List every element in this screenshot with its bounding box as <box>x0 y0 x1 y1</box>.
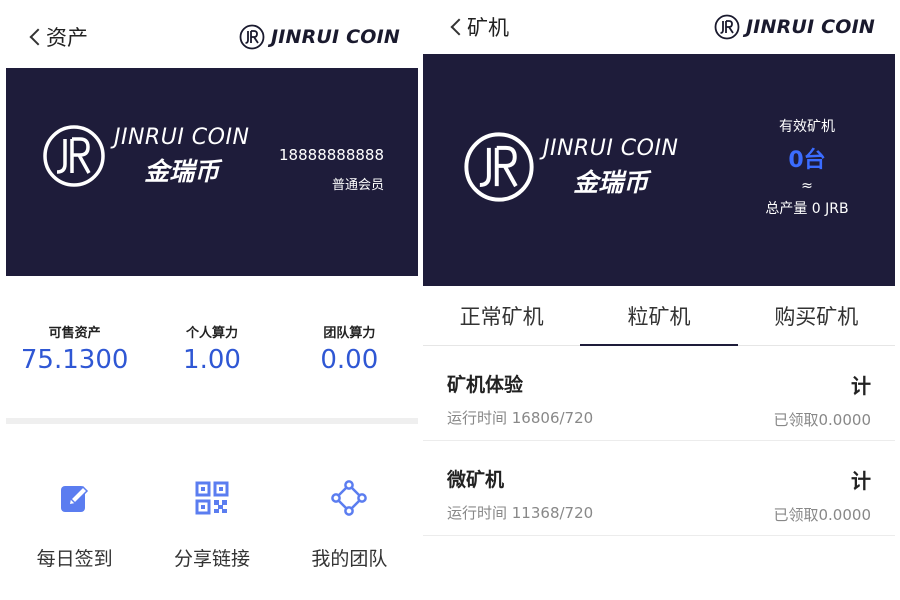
jr-logo-icon <box>239 24 265 50</box>
miner-banner: JINRUI COIN 金瑞币 有效矿机 0台 ≈ 总产量 0 JRB <box>423 54 895 286</box>
page-title: 矿机 <box>467 16 509 40</box>
page-title: 资产 <box>46 26 88 50</box>
item-right: 计 已领取0.0000 <box>774 465 872 525</box>
my-team-button[interactable]: 我的团队 <box>281 480 417 571</box>
asset-stats: 可售资产 75.1300 个人算力 1.00 团队算力 0.00 <box>6 276 418 418</box>
stat-team-power: 团队算力 0.00 <box>281 322 417 418</box>
member-level: 普通会员 <box>331 178 384 193</box>
total-output: 总产量 0 JRB <box>765 201 849 217</box>
jr-logo-icon <box>43 125 105 187</box>
stat-value: 0.00 <box>320 345 379 375</box>
tab-label: 正常矿机 <box>459 304 544 329</box>
shortcut-label: 我的团队 <box>311 548 388 570</box>
miner-unit: 计 <box>851 469 871 493</box>
jr-logo-icon <box>714 14 740 40</box>
stat-value: 75.1300 <box>20 345 129 375</box>
logo-words: JINRUI COIN 金瑞币 <box>543 136 678 199</box>
assets-header: 资产 JINRUI COIN <box>6 6 418 68</box>
shortcut-label: 分享链接 <box>173 548 250 570</box>
miner-name: 矿机体验 <box>447 374 524 396</box>
stat-personal-power: 个人算力 1.00 <box>144 322 280 418</box>
user-phone: 18888888888 <box>279 146 384 164</box>
user-info: 18888888888 普通会员 <box>279 146 384 193</box>
back-button[interactable]: 矿机 <box>449 12 509 42</box>
chevron-left-icon <box>29 28 47 46</box>
miner-header: 矿机 JINRUI COIN <box>423 0 895 54</box>
banner-logo: JINRUI COIN 金瑞币 <box>463 131 678 203</box>
back-button[interactable]: 资产 <box>28 22 88 52</box>
tab-buy-miner[interactable]: 购买矿机 <box>738 286 895 345</box>
miner-list: 矿机体验 运行时间 16806/720 计 已领取0.0000 微矿机 运行时间… <box>423 346 895 536</box>
logo-chinese: 金瑞币 <box>573 167 649 197</box>
tab-label: 购买矿机 <box>774 304 859 329</box>
screen: 资产 JINRUI COIN JINRUI COIN 金瑞币 188888888… <box>0 0 900 600</box>
qrcode-icon <box>195 481 229 515</box>
chevron-left-icon <box>450 18 468 36</box>
miner-name: 微矿机 <box>447 469 505 491</box>
logo-english: JINRUI COIN <box>114 124 250 150</box>
miner-page: 矿机 JINRUI COIN JINRUI COIN 金瑞币 有效矿机 0台 ≈… <box>423 0 895 600</box>
team-icon <box>331 480 368 516</box>
tab-normal-miner[interactable]: 正常矿机 <box>423 286 580 345</box>
jr-logo-icon <box>464 132 534 202</box>
brand-name: JINRUI COIN <box>270 26 400 48</box>
daily-checkin-button[interactable]: 每日签到 <box>7 480 143 571</box>
miner-tabs: 正常矿机 粒矿机 购买矿机 <box>423 286 895 346</box>
miner-runtime: 运行时间 11368/720 <box>447 504 594 522</box>
profile-banner: JINRUI COIN 金瑞币 18888888888 普通会员 <box>6 68 418 276</box>
valid-miners-label: 有效矿机 <box>779 119 835 135</box>
stat-label: 团队算力 <box>323 326 376 341</box>
logo-english: JINRUI COIN <box>543 135 679 161</box>
stat-label: 个人算力 <box>185 326 238 341</box>
shortcut-label: 每日签到 <box>36 548 113 570</box>
brand-logo: JINRUI COIN <box>714 14 875 40</box>
banner-logo: JINRUI COIN 金瑞币 <box>42 124 249 188</box>
valid-miners-count: 0台 <box>788 148 826 173</box>
brand-name: JINRUI COIN <box>745 16 875 38</box>
item-left: 微矿机 运行时间 11368/720 <box>447 465 593 523</box>
logo-chinese: 金瑞币 <box>144 156 220 186</box>
tab-grain-miner[interactable]: 粒矿机 <box>580 286 738 346</box>
item-left: 矿机体验 运行时间 16806/720 <box>447 370 593 428</box>
miner-runtime: 运行时间 16806/720 <box>447 409 594 427</box>
miner-claimed: 已领取0.0000 <box>773 411 872 429</box>
list-item[interactable]: 微矿机 运行时间 11368/720 计 已领取0.0000 <box>423 441 895 536</box>
list-item[interactable]: 矿机体验 运行时间 16806/720 计 已领取0.0000 <box>423 346 895 441</box>
miner-summary: 有效矿机 0台 ≈ 总产量 0 JRB <box>757 116 857 218</box>
miner-unit: 计 <box>851 374 871 398</box>
stat-sellable-assets: 可售资产 75.1300 <box>7 322 143 418</box>
assets-page: 资产 JINRUI COIN JINRUI COIN 金瑞币 188888888… <box>6 6 418 600</box>
share-link-button[interactable]: 分享链接 <box>144 480 280 571</box>
shortcut-grid: 每日签到 分享链接 我的团队 <box>6 424 418 571</box>
tab-label: 粒矿机 <box>627 304 691 329</box>
brand-logo: JINRUI COIN <box>239 24 400 50</box>
approx-sign: ≈ <box>801 178 813 194</box>
edit-icon <box>60 485 88 512</box>
item-right: 计 已领取0.0000 <box>774 370 872 430</box>
miner-claimed: 已领取0.0000 <box>773 506 872 524</box>
logo-words: JINRUI COIN 金瑞币 <box>114 125 249 188</box>
stat-label: 可售资产 <box>48 326 101 341</box>
stat-value: 1.00 <box>183 345 241 375</box>
